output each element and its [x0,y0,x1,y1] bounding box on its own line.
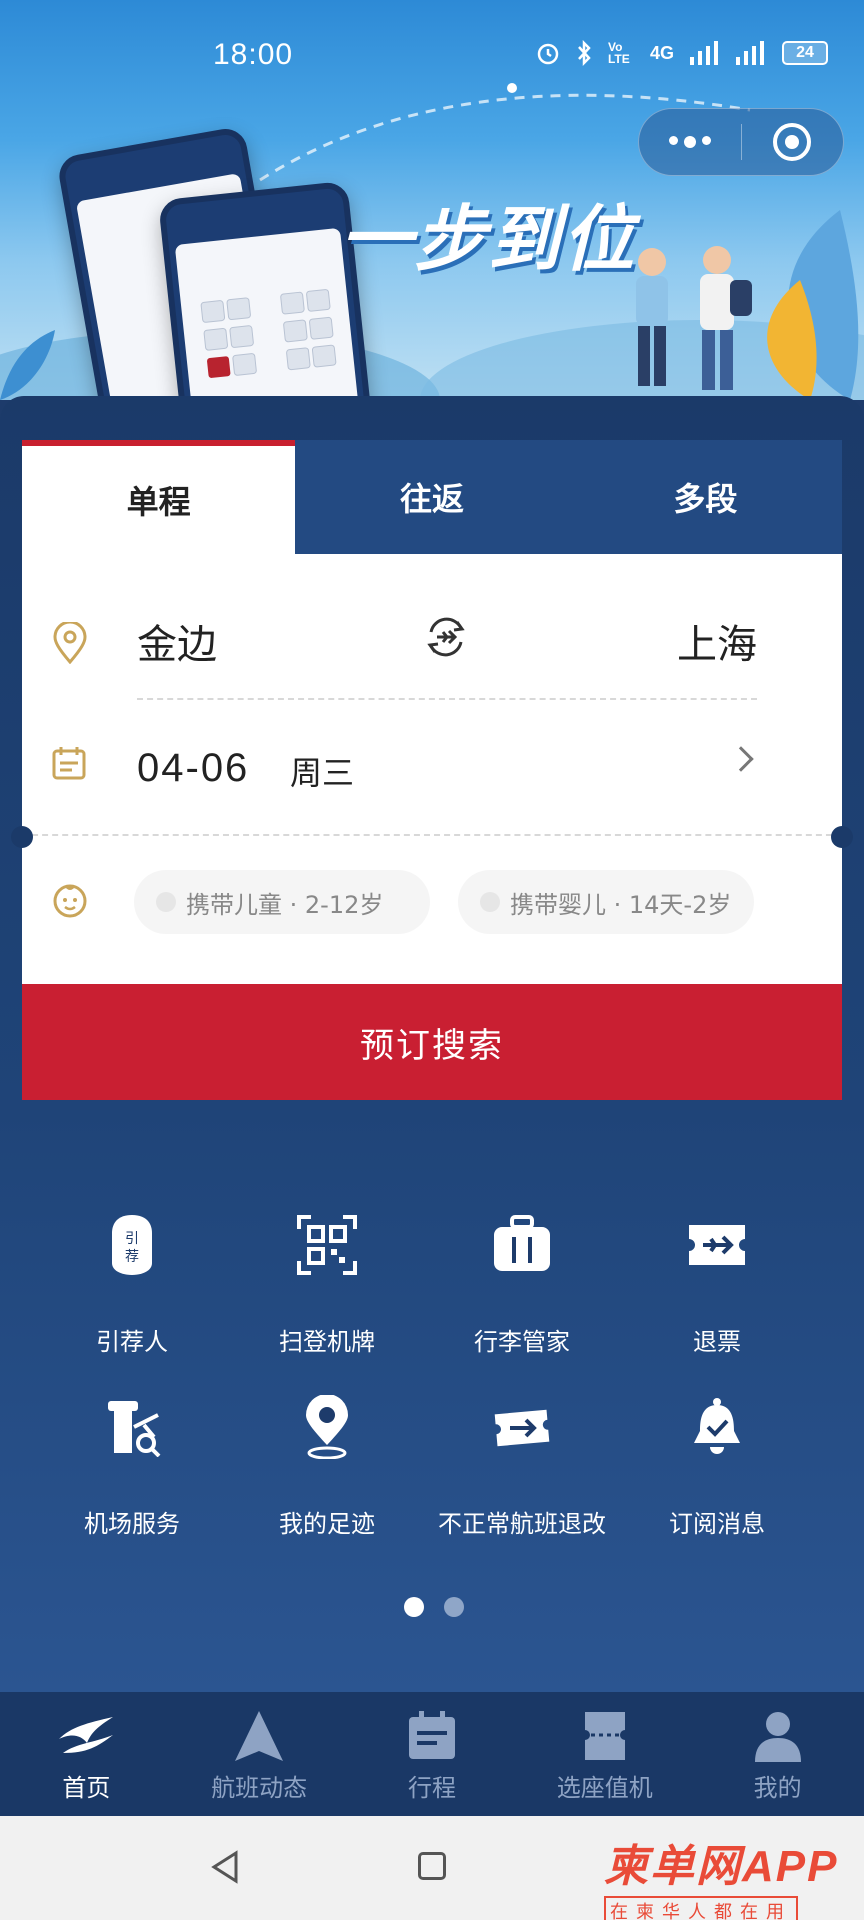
nav-home[interactable]: 首页 [0,1692,173,1816]
calendar-icon [52,747,86,780]
nav-label: 航班动态 [211,1774,308,1802]
watermark-main-text: 柬单网 [604,1841,742,1892]
departure-city[interactable]: 金边 [137,612,217,670]
radio-icon [480,892,500,912]
leaf-decoration [0,330,55,400]
swap-cities-icon[interactable] [425,616,467,658]
close-miniprogram-button[interactable] [742,109,844,175]
nav-label: 我的 [753,1774,802,1802]
passenger-options-row: 携带儿童 · 2-12岁 携带婴儿 · 14天-2岁 [22,870,842,950]
ticket-notch-left [11,826,33,848]
banner-slogan: 一步到位 [340,196,637,281]
miniprogram-capsule [638,108,844,176]
svg-text:引: 引 [125,1231,139,1247]
page-dot-active[interactable] [404,1597,424,1617]
nav-label: 首页 [62,1774,111,1802]
nav-seat-checkin[interactable]: 选座值机 [518,1692,691,1816]
seat-checkin-icon [584,1712,625,1760]
itinerary-icon [408,1711,455,1759]
trip-type-tabs: 单程 往返 多段 [22,440,842,554]
qr-scan-icon [297,1215,357,1275]
booking-card: 单程 往返 多段 金边 上海 04-06 周三 携带儿童 · 2-12岁 携带婴… [22,440,842,1100]
service-referrer[interactable]: 引 荐 引荐人 [24,1210,240,1357]
service-refund[interactable]: 退票 [609,1210,825,1357]
service-label: 扫登机牌 [279,1328,375,1356]
status-time: 18:00 [213,38,294,71]
irregular-flight-icon [494,1409,550,1447]
battery-icon: 24 [782,41,828,65]
watermark-logo: 柬单网APP [604,1830,860,1894]
child-option-chip[interactable]: 携带儿童 · 2-12岁 [134,870,430,934]
service-label: 不正常航班退改 [438,1510,606,1538]
home-square-icon[interactable] [418,1852,446,1880]
back-icon[interactable] [210,1850,240,1884]
nav-label: 行程 [407,1774,456,1802]
bell-icon [694,1398,740,1454]
departure-weekday: 周三 [290,754,355,792]
page-dot[interactable] [444,1597,464,1617]
more-menu-button[interactable] [639,109,741,175]
tab-round-trip[interactable]: 往返 [295,440,568,554]
page-indicator [404,1597,464,1617]
status-bar: 18:00 Vo LTE 4G 24 [0,0,864,110]
network-indicator: 4G [649,42,674,63]
service-airport[interactable]: 机场服务 [24,1392,240,1539]
nav-itinerary[interactable]: 行程 [346,1692,519,1816]
location-pin-icon [53,622,87,664]
service-label: 机场服务 [84,1510,180,1538]
signal-icon [690,41,718,65]
bottom-navigation: 首页 航班动态 行程 选座值机 我的 [0,1692,864,1816]
nav-flight-status[interactable]: 航班动态 [173,1692,346,1816]
location-pin-icon [306,1395,348,1459]
tab-multi-city[interactable]: 多段 [569,440,842,554]
chevron-right-icon [728,746,754,772]
promo-banner[interactable]: 一步到位 18:00 Vo LTE 4G 24 [0,0,864,400]
service-luggage[interactable]: 行李管家 [414,1210,630,1357]
home-logo-icon [59,1717,114,1753]
service-label: 行李管家 [474,1328,570,1356]
watermark: 柬单网APP 在柬华人都在用 [604,1830,860,1920]
service-label: 我的足迹 [279,1510,375,1538]
child-option-label: 携带儿童 · 2-12岁 [186,890,384,919]
airport-service-icon [108,1401,161,1457]
service-subscribe[interactable]: 订阅消息 [609,1392,825,1539]
radio-icon [156,892,176,912]
bluetooth-icon [578,40,591,66]
svg-text:荐: 荐 [125,1249,139,1265]
alarm-icon [537,43,559,65]
signal-icon [736,41,764,65]
volte-indicator: Vo LTE [607,40,630,66]
ticket-notch-right [831,826,853,848]
status-icons: Vo LTE 4G 24 [536,40,828,66]
luggage-icon [494,1215,550,1271]
divider [137,698,757,700]
tab-one-way[interactable]: 单程 [22,440,296,554]
service-scan-boarding-pass[interactable]: 扫登机牌 [219,1210,435,1357]
departure-date: 04-06 [137,746,250,790]
service-irregular-flight[interactable]: 不正常航班退改 [414,1392,630,1539]
service-footprints[interactable]: 我的足迹 [219,1392,435,1539]
seat-map-graphic [200,289,337,378]
search-button[interactable]: 预订搜索 [22,984,842,1100]
route-row: 金边 上海 [22,586,842,696]
infant-option-label: 携带婴儿 · 14天-2岁 [510,890,732,919]
watermark-slogan: 在柬华人都在用 [604,1896,798,1920]
baby-face-icon [53,884,87,918]
ticket-divider [22,834,842,836]
referrer-icon: 引 荐 [112,1215,152,1275]
arrival-city[interactable]: 上海 [677,612,757,670]
service-label: 退票 [693,1328,741,1356]
watermark-app-text: APP [742,1842,839,1891]
nav-label: 选座值机 [556,1774,653,1802]
target-icon [773,123,812,161]
flight-status-icon [235,1711,284,1761]
service-label: 订阅消息 [669,1510,765,1538]
profile-icon [754,1712,801,1762]
date-row[interactable]: 04-06 周三 [22,710,842,820]
refund-ticket-icon [689,1225,745,1265]
infant-option-chip[interactable]: 携带婴儿 · 14天-2岁 [458,870,754,934]
more-dots-icon [668,136,711,148]
service-label: 引荐人 [96,1328,168,1356]
nav-profile[interactable]: 我的 [691,1692,864,1816]
